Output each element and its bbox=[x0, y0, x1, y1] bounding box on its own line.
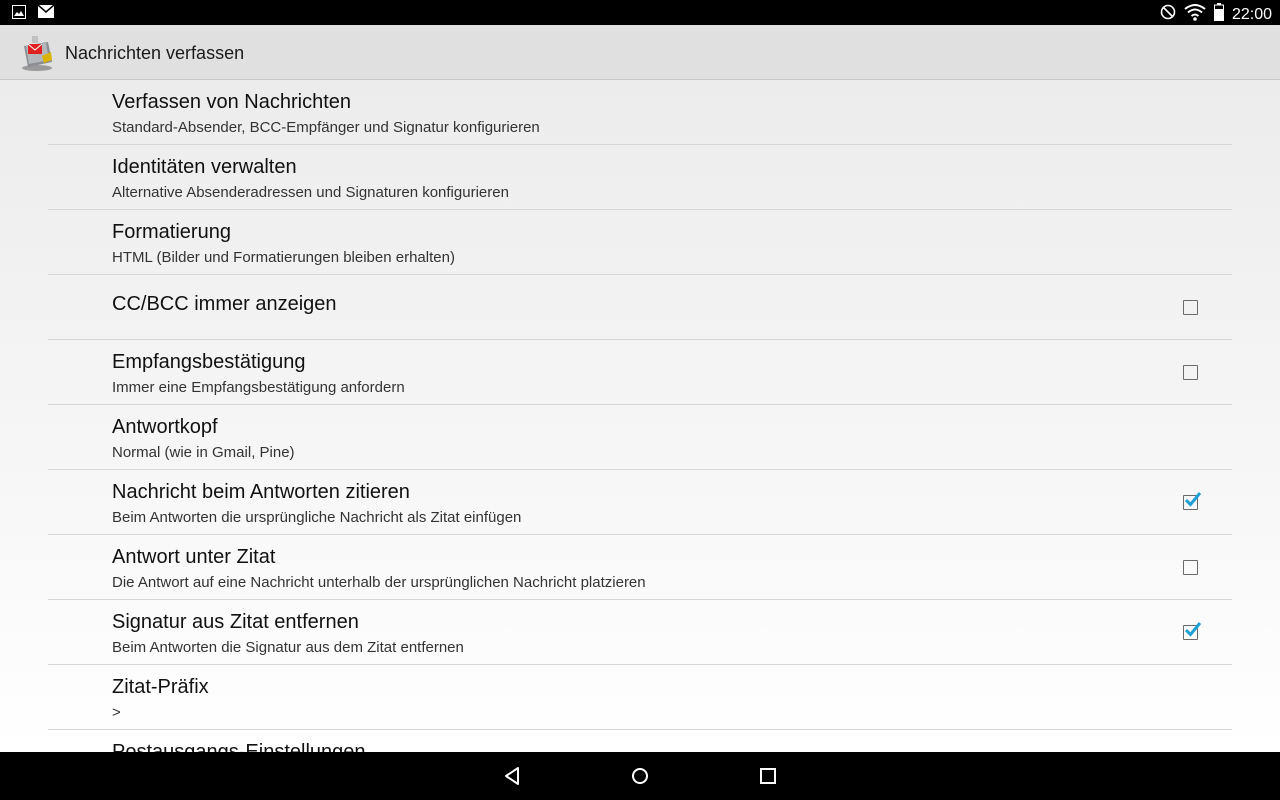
status-bar: 22:00 bbox=[0, 0, 1280, 25]
recents-icon[interactable] bbox=[756, 764, 780, 788]
pref-quote-prefix[interactable]: Zitat-Präfix > bbox=[48, 665, 1232, 730]
reply-below-quote-checkbox[interactable] bbox=[1183, 560, 1198, 575]
pref-quote-on-reply[interactable]: Nachricht beim Antworten zitieren Beim A… bbox=[48, 470, 1232, 535]
pref-reply-below-quote[interactable]: Antwort unter Zitat Die Antwort auf eine… bbox=[48, 535, 1232, 600]
app-logo-icon[interactable] bbox=[18, 34, 56, 72]
checkmark-icon bbox=[1184, 622, 1202, 637]
pref-summary: Normal (wie in Gmail, Pine) bbox=[112, 444, 295, 461]
back-icon[interactable] bbox=[500, 764, 524, 788]
pref-title: Nachricht beim Antworten zitieren bbox=[112, 481, 410, 503]
pref-summary: Beim Antworten die ursprüngliche Nachric… bbox=[112, 509, 522, 526]
pref-summary: Alternative Absenderadressen und Signatu… bbox=[112, 184, 509, 201]
read-receipt-checkbox[interactable] bbox=[1183, 365, 1198, 380]
pref-title: Postausgangs-Einstellungen bbox=[112, 741, 366, 752]
pref-title: Formatierung bbox=[112, 221, 231, 243]
strip-signature-checkbox[interactable] bbox=[1183, 622, 1202, 640]
pref-formatting[interactable]: Formatierung HTML (Bilder und Formatieru… bbox=[48, 210, 1232, 275]
do-not-disturb-icon bbox=[1160, 4, 1176, 25]
battery-icon bbox=[1213, 3, 1224, 26]
pref-compose-messages[interactable]: Verfassen von Nachrichten Standard-Absen… bbox=[48, 80, 1232, 145]
pref-title: Zitat-Präfix bbox=[112, 676, 209, 698]
checkmark-icon bbox=[1184, 492, 1202, 507]
quote-on-reply-checkbox[interactable] bbox=[1183, 492, 1202, 510]
navigation-bar bbox=[0, 752, 1280, 800]
pref-title: Empfangsbestätigung bbox=[112, 351, 306, 373]
pref-summary: > bbox=[112, 704, 121, 721]
action-bar: Nachrichten verfassen bbox=[0, 25, 1280, 80]
always-show-cc-bcc-checkbox[interactable] bbox=[1183, 300, 1198, 315]
pref-title: Identitäten verwalten bbox=[112, 156, 297, 178]
page-title: Nachrichten verfassen bbox=[65, 43, 245, 63]
home-icon[interactable] bbox=[628, 764, 652, 788]
pref-read-receipt[interactable]: Empfangsbestätigung Immer eine Empfangsb… bbox=[48, 340, 1232, 405]
pref-summary: Standard-Absender, BCC-Empfänger und Sig… bbox=[112, 119, 540, 136]
pref-title: Antwort unter Zitat bbox=[112, 546, 276, 568]
preferences-list[interactable]: Verfassen von Nachrichten Standard-Absen… bbox=[0, 80, 1280, 752]
pref-manage-identities[interactable]: Identitäten verwalten Alternative Absend… bbox=[48, 145, 1232, 210]
pref-strip-signature[interactable]: Signatur aus Zitat entfernen Beim Antwor… bbox=[48, 600, 1232, 665]
pref-outgoing-settings[interactable]: Postausgangs-Einstellungen bbox=[48, 730, 1232, 752]
wifi-icon bbox=[1184, 3, 1206, 26]
mail-notification-icon bbox=[37, 4, 55, 24]
pref-summary: Die Antwort auf eine Nachricht unterhalb… bbox=[112, 574, 646, 591]
pref-reply-header[interactable]: Antwortkopf Normal (wie in Gmail, Pine) bbox=[48, 405, 1232, 470]
pref-always-show-cc-bcc[interactable]: CC/BCC immer anzeigen bbox=[48, 275, 1232, 340]
pref-summary: HTML (Bilder und Formatierungen bleiben … bbox=[112, 249, 455, 266]
pref-summary: Beim Antworten die Signatur aus dem Zita… bbox=[112, 639, 464, 656]
image-notification-icon bbox=[12, 5, 26, 24]
pref-title: Verfassen von Nachrichten bbox=[112, 91, 352, 113]
pref-title: CC/BCC immer anzeigen bbox=[112, 293, 337, 315]
clock: 22:00 bbox=[1231, 5, 1272, 23]
pref-title: Signatur aus Zitat entfernen bbox=[112, 611, 359, 633]
pref-title: Antwortkopf bbox=[112, 416, 218, 438]
pref-summary: Immer eine Empfangsbestätigung anfordern bbox=[112, 379, 405, 396]
